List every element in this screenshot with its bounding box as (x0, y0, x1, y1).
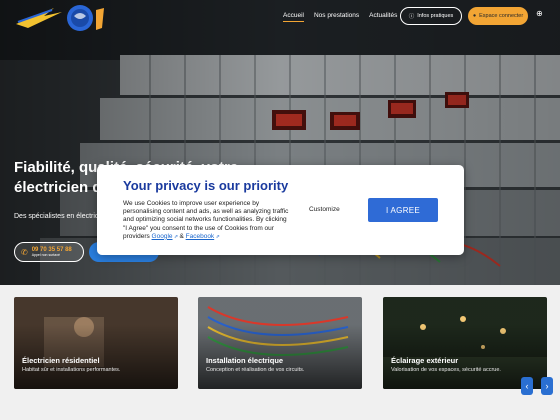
globe-icon[interactable]: ⊕ (536, 9, 543, 18)
services-section: Électricien résidentiel Habitat sûr et i… (0, 285, 560, 420)
modal-title: Your privacy is our priority (123, 178, 289, 193)
chevron-left-icon[interactable]: ‹ (521, 377, 533, 395)
card-description: Conception et réalisation de vos circuit… (206, 367, 305, 373)
customize-button[interactable]: Customize (309, 206, 340, 213)
agree-button[interactable]: I AGREE (368, 198, 438, 222)
connect-button[interactable]: ● Espace connecter (468, 7, 528, 25)
user-icon: ● (472, 13, 477, 19)
info-icon: ⓘ (408, 14, 415, 20)
info-button-label: Infos pratiques (417, 13, 454, 19)
service-card[interactable]: Électricien résidentiel Habitat sûr et i… (14, 297, 178, 389)
phone-button[interactable]: ✆ 09 70 35 57 88 Appel non surtaxé (14, 242, 84, 262)
company-logo[interactable] (14, 2, 114, 32)
card-description: Valorisation de vos espaces, sécurité ac… (391, 367, 501, 373)
connect-button-label: Espace connecter (479, 13, 524, 19)
nav-item-actualites[interactable]: Actualités (369, 12, 397, 22)
card-description: Habitat sûr et installations performante… (22, 367, 121, 373)
service-card[interactable]: Installation électrique Conception et ré… (198, 297, 362, 389)
phone-icon: ✆ (21, 247, 28, 257)
card-title: Éclairage extérieur (391, 356, 459, 365)
info-button[interactable]: ⓘ Infos pratiques (400, 7, 462, 25)
card-title: Électricien résidentiel (22, 356, 100, 365)
chevron-right-icon[interactable]: › (541, 377, 553, 395)
nav-item-prestations[interactable]: Nos prestations (314, 12, 359, 22)
nav-item-accueil[interactable]: Accueil (283, 12, 304, 22)
external-link-icon: ⇗ (214, 233, 220, 240)
site-header: Accueil Nos prestations Actualités ⓘ Inf… (0, 0, 560, 34)
phone-note: Appel non surtaxé (31, 253, 60, 257)
modal-text: We use Cookies to improve user experienc… (123, 200, 291, 241)
service-card[interactable]: Éclairage extérieur Valorisation de vos … (383, 297, 547, 389)
cookie-consent-modal: Your privacy is our priority We use Cook… (97, 165, 464, 255)
modal-and: & (179, 232, 184, 240)
logo-icon (16, 5, 104, 31)
google-link[interactable]: Google (152, 233, 173, 240)
facebook-link[interactable]: Facebook (186, 233, 215, 240)
card-title: Installation électrique (206, 356, 284, 365)
main-nav: Accueil Nos prestations Actualités (283, 12, 397, 22)
